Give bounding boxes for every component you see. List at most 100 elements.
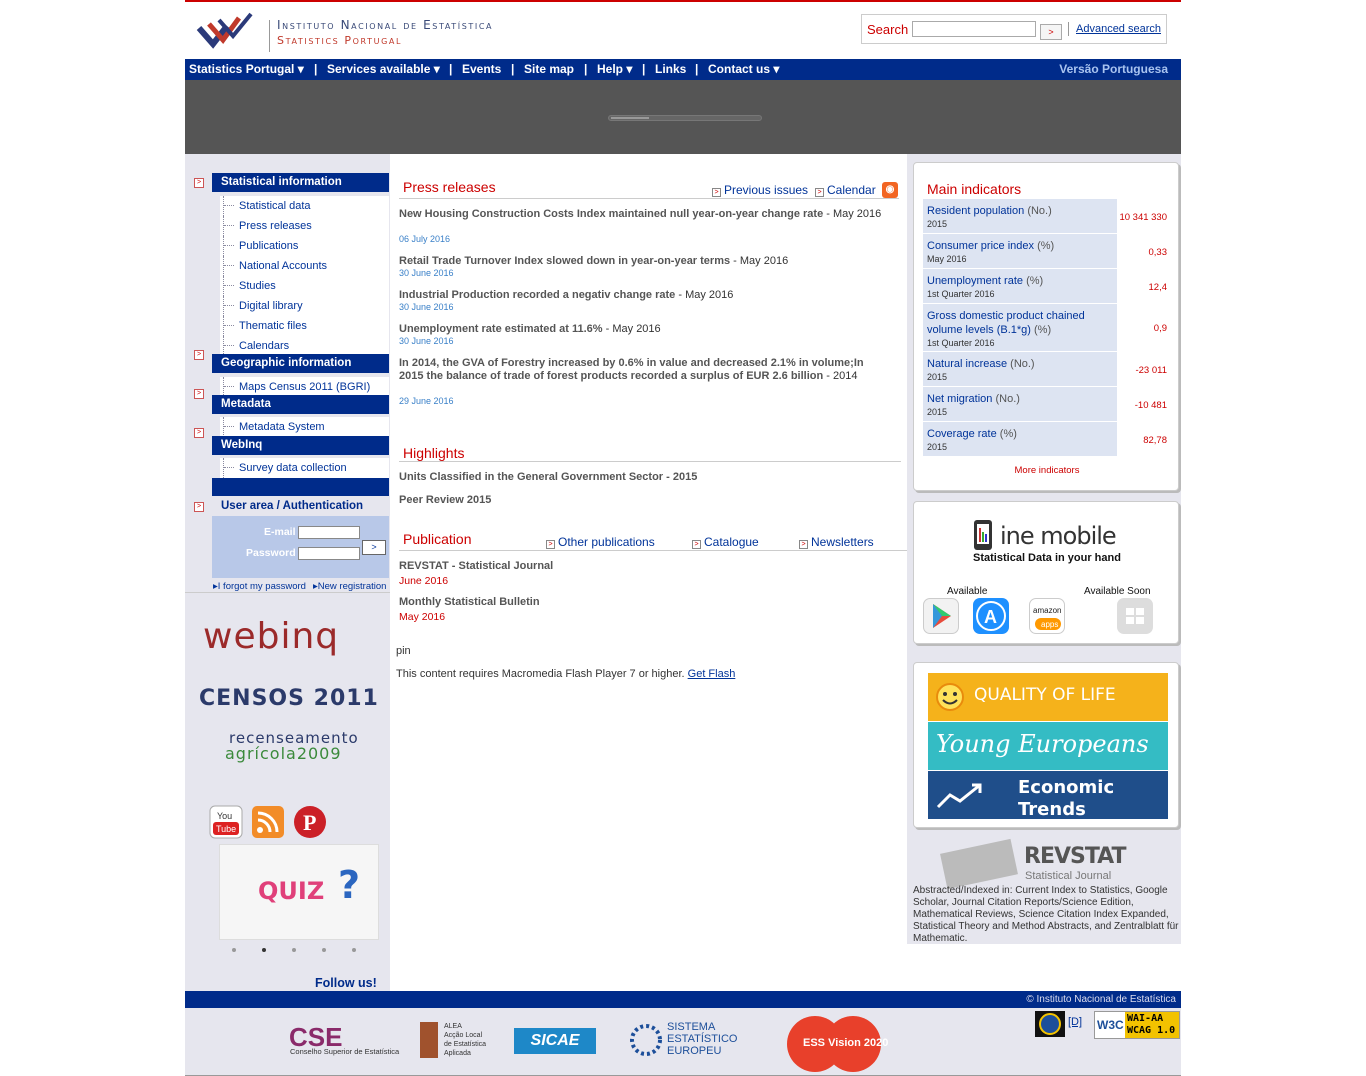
- press-releases-heading: Press releases: [403, 179, 496, 195]
- revstat-title[interactable]: REVSTAT: [1024, 844, 1126, 869]
- amazon-apps-icon[interactable]: amazon apps: [1029, 598, 1065, 634]
- top-rule: [185, 0, 1181, 2]
- alea-logo[interactable]: ALEA Acção Local de Estatística Aplicada: [444, 1022, 486, 1058]
- indicator-value: 0,33: [1117, 234, 1170, 268]
- quality-of-life-text: QUALITY OF LIFE: [974, 685, 1116, 705]
- sidebar-item-survey-data-collection[interactable]: Survey data collection: [220, 458, 389, 478]
- available-label: Available: [947, 586, 988, 597]
- webinq-logo[interactable]: webinq: [203, 616, 339, 657]
- press-release-title[interactable]: New Housing Construction Costs Index mai…: [399, 208, 889, 221]
- indicator-row[interactable]: Net migration (No.) 2015 -10 481: [923, 387, 1170, 421]
- nav-help[interactable]: Help ▾: [597, 62, 632, 76]
- sidebar-section-metadata[interactable]: Metadata: [212, 395, 389, 414]
- d-link[interactable]: [D]: [1068, 1016, 1082, 1028]
- carousel-dot[interactable]: [352, 948, 356, 952]
- indicator-name: Net migration (No.) 2015: [923, 387, 1113, 421]
- quiz-banner[interactable]: QUIZ ?: [219, 844, 379, 940]
- quality-of-life-banner[interactable]: QUALITY OF LIFE: [928, 673, 1168, 721]
- indicator-label: Coverage rate: [927, 428, 997, 440]
- rss-feed-icon[interactable]: ◉: [882, 182, 898, 198]
- ine-logo[interactable]: Instituto Nacional de Estatística Statis…: [195, 10, 575, 56]
- press-release-title[interactable]: Unemployment rate estimated at 11.6% - M…: [399, 323, 889, 336]
- sicae-logo[interactable]: SICAE: [514, 1028, 596, 1054]
- google-play-icon[interactable]: [923, 598, 959, 634]
- press-release-title[interactable]: Retail Trade Turnover Index slowed down …: [399, 255, 889, 268]
- press-release-title-text: Industrial Production recorded a negativ…: [399, 289, 676, 301]
- indicator-row[interactable]: Unemployment rate (%) 1st Quarter 2016 12…: [923, 269, 1170, 303]
- w3c-badge[interactable]: W3C WAI-AA WCAG 1.0: [1094, 1011, 1180, 1039]
- sidebar-item-statistical-data[interactable]: Statistical data: [220, 196, 389, 216]
- nav-services-available[interactable]: Services available ▾: [327, 62, 440, 76]
- press-release-title[interactable]: Industrial Production recorded a negativ…: [399, 289, 889, 302]
- sidebar-item-press-releases[interactable]: Press releases: [220, 216, 389, 236]
- sidebar-item-publications[interactable]: Publications: [220, 236, 389, 256]
- censos-2011-logo[interactable]: CENSOS 2011: [199, 686, 379, 711]
- rss-icon[interactable]: [251, 805, 285, 839]
- expand-icon[interactable]: >: [194, 502, 204, 512]
- email-field[interactable]: [298, 526, 360, 539]
- question-mark-icon: ?: [338, 863, 361, 907]
- password-field[interactable]: [298, 547, 360, 560]
- young-europeans-banner[interactable]: Young Europeans: [928, 722, 1168, 770]
- nav-contact-us[interactable]: Contact us ▾: [708, 62, 779, 76]
- other-publications-link[interactable]: > Other publications: [546, 535, 655, 549]
- windows-store-icon[interactable]: [1117, 598, 1153, 634]
- portuguese-version-link[interactable]: Versão Portuguesa: [1059, 62, 1168, 76]
- get-flash-link[interactable]: Get Flash: [688, 668, 736, 680]
- sidebar-item-maps-census[interactable]: Maps Census 2011 (BGRI): [220, 377, 389, 397]
- indicator-row[interactable]: Resident population (No.) 2015 10 341 330: [923, 199, 1170, 233]
- youtube-icon[interactable]: You Tube: [209, 805, 243, 839]
- carousel-dot-active[interactable]: [262, 948, 266, 952]
- advanced-search-link[interactable]: Advanced search: [1076, 23, 1161, 35]
- publication-title[interactable]: REVSTAT - Statistical Journal: [399, 560, 553, 572]
- arrow-icon: >: [799, 540, 808, 549]
- previous-issues-link[interactable]: > Previous issues: [712, 183, 808, 197]
- search-input[interactable]: [912, 21, 1036, 37]
- calendar-link[interactable]: > Calendar: [815, 183, 876, 197]
- newsletters-link[interactable]: > Newsletters: [799, 535, 874, 549]
- economic-trends-banner[interactable]: Economic Trends: [928, 771, 1168, 820]
- indicator-row[interactable]: Natural increase (No.) 2015 -23 011: [923, 352, 1170, 386]
- sidebar-item-studies[interactable]: Studies: [220, 276, 389, 296]
- sidebar-section-statistical-information[interactable]: Statistical information: [212, 173, 389, 192]
- expand-icon[interactable]: >: [194, 389, 204, 399]
- expand-icon[interactable]: >: [194, 428, 204, 438]
- app-store-icon[interactable]: A: [973, 598, 1009, 634]
- sidebar-item-national-accounts[interactable]: National Accounts: [220, 256, 389, 276]
- sidebar-item-thematic-files[interactable]: Thematic files: [220, 316, 389, 336]
- indicator-row[interactable]: Gross domestic product chained volume le…: [923, 304, 1170, 351]
- new-registration-link[interactable]: ▸New registration: [313, 581, 386, 592]
- sidebar-section-webinq[interactable]: WebInq: [212, 436, 389, 455]
- expand-icon[interactable]: >: [194, 350, 204, 360]
- highlight-item[interactable]: Units Classified in the General Governme…: [399, 471, 697, 483]
- carousel-dot[interactable]: [322, 948, 326, 952]
- catalogue-link[interactable]: > Catalogue: [692, 535, 759, 549]
- more-indicators-link[interactable]: More indicators: [914, 465, 1180, 476]
- nav-statistics-portugal[interactable]: Statistics Portugal ▾: [189, 62, 304, 76]
- accessibility-seal-icon[interactable]: [1035, 1011, 1065, 1037]
- recenseamento-agricola-logo-sub[interactable]: agrícola2009: [225, 744, 342, 763]
- press-release-title[interactable]: In 2014, the GVA of Forestry increased b…: [399, 357, 889, 383]
- sidebar-item-metadata-system[interactable]: Metadata System: [220, 417, 389, 437]
- search-button[interactable]: >: [1040, 24, 1062, 40]
- nav-links[interactable]: Links: [655, 62, 686, 76]
- publication-title[interactable]: Monthly Statistical Bulletin: [399, 596, 540, 608]
- sidebar-item-calendars[interactable]: Calendars: [220, 336, 389, 356]
- nav-site-map[interactable]: Site map: [524, 62, 574, 76]
- ess-logo-line1[interactable]: SISTEMA: [667, 1021, 715, 1033]
- press-release-date: 30 June 2016: [399, 268, 454, 278]
- expand-icon[interactable]: >: [194, 178, 204, 188]
- carousel-dot[interactable]: [232, 948, 236, 952]
- nav-events[interactable]: Events: [462, 62, 501, 76]
- indicator-row[interactable]: Coverage rate (%) 2015 82,78: [923, 422, 1170, 456]
- carousel-dot[interactable]: [292, 948, 296, 952]
- login-button[interactable]: >: [362, 540, 386, 555]
- sidebar-section-geographic-information[interactable]: Geographic information: [212, 354, 389, 373]
- nav-separator: |: [511, 62, 515, 76]
- indicator-row[interactable]: Consumer price index (%) May 2016 0,33: [923, 234, 1170, 268]
- sidebar-item-digital-library[interactable]: Digital library: [220, 296, 389, 316]
- user-area-heading[interactable]: User area / Authentication: [212, 497, 389, 516]
- highlight-item[interactable]: Peer Review 2015: [399, 494, 491, 506]
- forgot-password-link[interactable]: ▸I forgot my password: [213, 581, 306, 592]
- pinterest-icon[interactable]: P: [293, 805, 327, 839]
